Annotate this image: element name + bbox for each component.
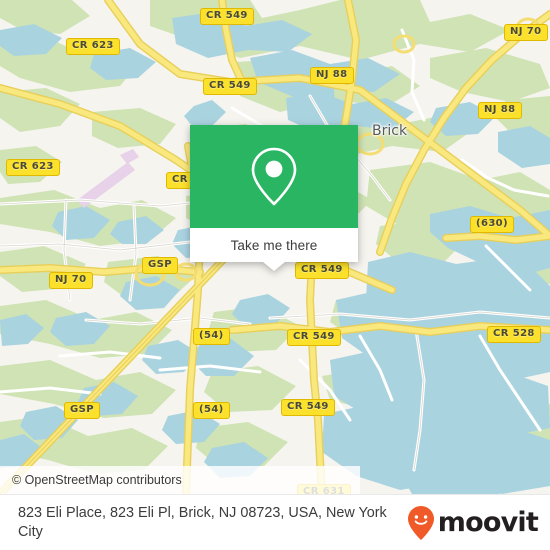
- road-shield: CR 528: [487, 326, 541, 343]
- bottom-info-bar: 823 Eli Place, 823 Eli Pl, Brick, NJ 087…: [0, 494, 550, 550]
- moovit-logo[interactable]: moovit: [406, 505, 550, 541]
- map-screenshot: CR 549 CR 623 NJ 70 CR 549 NJ 88 NJ 88 C…: [0, 0, 550, 550]
- attribution-text: © OpenStreetMap contributors: [12, 473, 182, 487]
- address-text: 823 Eli Place, 823 Eli Pl, Brick, NJ 087…: [18, 504, 387, 540]
- place-label-brick: Brick: [372, 123, 408, 139]
- road-shield: (54): [193, 402, 230, 419]
- popup-footer[interactable]: Take me there: [190, 228, 358, 271]
- road-shield: GSP: [64, 402, 100, 419]
- road-shield: NJ 88: [478, 102, 522, 119]
- road-shield: GSP: [142, 257, 178, 274]
- road-shield: CR 623: [66, 38, 120, 55]
- popup-tail-pointer: [263, 262, 285, 271]
- popup-header: [190, 125, 358, 228]
- moovit-wordmark: moovit: [437, 507, 539, 538]
- road-shield: (54): [193, 328, 230, 345]
- road-shield: CR 549: [295, 262, 349, 279]
- road-shield: (630): [470, 216, 515, 233]
- map-attribution[interactable]: © OpenStreetMap contributors: [0, 466, 360, 494]
- road-shield: NJ 70: [49, 272, 93, 289]
- moovit-pin-smiley-icon: [407, 505, 434, 540]
- road-shield: CR 549: [200, 8, 254, 25]
- location-popup-card[interactable]: Take me there: [190, 125, 358, 271]
- road-shield: CR 623: [6, 159, 60, 176]
- road-shield: NJ 70: [504, 24, 548, 41]
- map-pin-icon: [251, 147, 297, 205]
- road-shield: CR 549: [281, 399, 335, 416]
- map-canvas[interactable]: CR 549 CR 623 NJ 70 CR 549 NJ 88 NJ 88 C…: [0, 0, 550, 494]
- take-me-there-label: Take me there: [230, 237, 318, 253]
- road-shield: NJ 88: [310, 67, 354, 84]
- road-shield: CR 549: [203, 78, 257, 95]
- road-shield: CR 549: [287, 329, 341, 346]
